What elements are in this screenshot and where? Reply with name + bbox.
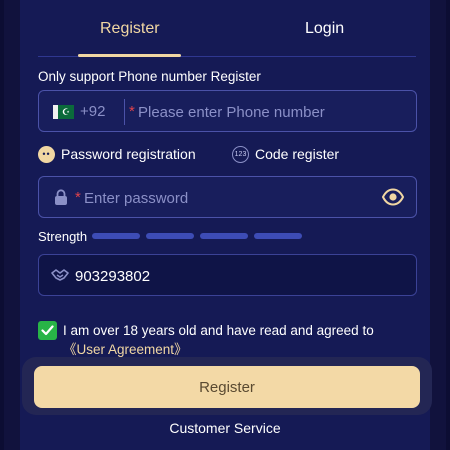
checkmark-icon	[41, 325, 54, 336]
register-button[interactable]: Register	[34, 366, 420, 408]
user-agreement-link[interactable]: 《User Agreement》	[63, 342, 188, 357]
phone-input[interactable]	[129, 100, 399, 124]
tab-login[interactable]: Login	[305, 20, 344, 38]
agreement-checkbox[interactable]	[38, 321, 57, 340]
invite-code-input[interactable]	[75, 264, 395, 288]
password-registration-label: Password registration	[61, 146, 196, 162]
eye-icon[interactable]	[382, 188, 404, 206]
dial-code[interactable]: +92	[80, 103, 105, 120]
strength-segment	[200, 233, 249, 239]
password-input[interactable]	[75, 186, 375, 210]
phone-field[interactable]: ☪ +92 *	[38, 90, 417, 132]
handshake-icon	[51, 269, 69, 281]
active-tab-indicator	[78, 54, 181, 57]
code-register-option[interactable]: 123 Code register	[232, 145, 339, 163]
password-field[interactable]: *	[38, 176, 417, 218]
password-registration-option[interactable]: •• Password registration	[38, 145, 196, 163]
lock-icon	[55, 189, 67, 205]
register-hint: Only support Phone number Register	[38, 69, 261, 84]
strength-segment	[146, 233, 195, 239]
strength-segment	[254, 233, 303, 239]
password-strength: Strength	[38, 228, 308, 244]
auth-tabs: Register Login	[38, 0, 416, 57]
left-edge	[0, 0, 4, 450]
pakistan-flag-icon: ☪	[53, 105, 74, 119]
customer-service-link[interactable]: Customer Service	[0, 420, 450, 436]
code-123-icon: 123	[232, 145, 249, 163]
agreement-text: I am over 18 years old and have read and…	[63, 321, 418, 359]
password-dots-icon: ••	[38, 145, 55, 163]
code-register-label: Code register	[255, 146, 340, 162]
invite-code-field[interactable]	[38, 254, 417, 296]
right-edge	[446, 0, 450, 450]
field-separator	[124, 99, 125, 125]
strength-meter	[92, 233, 308, 239]
strength-label: Strength	[38, 228, 88, 244]
agreement-statement: I am over 18 years old and have read and…	[63, 323, 374, 338]
strength-segment	[92, 233, 141, 239]
tab-register[interactable]: Register	[100, 20, 160, 38]
